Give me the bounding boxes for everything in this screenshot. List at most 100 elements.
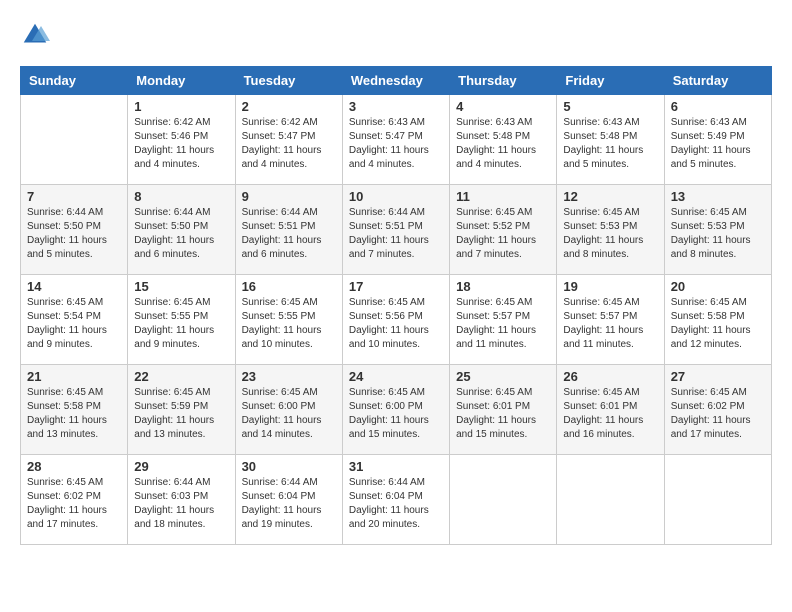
day-number: 22: [134, 369, 228, 384]
calendar-cell: 17 Sunrise: 6:45 AMSunset: 5:56 PMDayligh…: [342, 275, 449, 365]
calendar-cell: 15 Sunrise: 6:45 AMSunset: 5:55 PMDayligh…: [128, 275, 235, 365]
calendar-cell: 11 Sunrise: 6:45 AMSunset: 5:52 PMDayligh…: [450, 185, 557, 275]
day-info: Sunrise: 6:45 AMSunset: 5:52 PMDaylight:…: [456, 206, 550, 262]
calendar-cell: 29Sunrise: 6:44 AMSunset: 6:03 PMDayligh…: [128, 455, 235, 545]
day-number: 19: [563, 279, 657, 294]
day-number: 17: [349, 279, 443, 294]
calendar-cell: 26 Sunrise: 6:45 AMSunset: 6:01 PMDayligh…: [557, 365, 664, 455]
day-number: 26: [563, 369, 657, 384]
day-info: Sunrise: 6:45 AMSunset: 5:55 PMDaylight:…: [134, 296, 228, 352]
header-tuesday: Tuesday: [235, 67, 342, 95]
day-number: 6: [671, 99, 765, 114]
page-header: [20, 20, 772, 50]
day-number: 3: [349, 99, 443, 114]
header-thursday: Thursday: [450, 67, 557, 95]
calendar-week-5: 28 Sunrise: 6:45 AMSunset: 6:02 PMDayligh…: [21, 455, 772, 545]
day-number: 13: [671, 189, 765, 204]
day-info: Sunrise: 6:45 AMSunset: 5:56 PMDaylight:…: [349, 296, 443, 352]
header-monday: Monday: [128, 67, 235, 95]
day-info: Sunrise: 6:45 AMSunset: 6:00 PMDaylight:…: [242, 386, 336, 442]
day-number: 25: [456, 369, 550, 384]
day-number: 4: [456, 99, 550, 114]
calendar-cell: 20Sunrise: 6:45 AMSunset: 5:58 PMDayligh…: [664, 275, 771, 365]
calendar-cell: 14 Sunrise: 6:45 AMSunset: 5:54 PMDayligh…: [21, 275, 128, 365]
day-info: Sunrise: 6:43 AMSunset: 5:49 PMDaylight:…: [671, 116, 765, 172]
day-number: 21: [27, 369, 121, 384]
day-info: Sunrise: 6:45 AMSunset: 5:53 PMDaylight:…: [563, 206, 657, 262]
calendar-cell: 9 Sunrise: 6:44 AMSunset: 5:51 PMDaylight…: [235, 185, 342, 275]
day-info: Sunrise: 6:45 AMSunset: 5:57 PMDaylight:…: [563, 296, 657, 352]
logo-icon: [20, 20, 50, 50]
calendar-cell: 6 Sunrise: 6:43 AMSunset: 5:49 PMDaylight…: [664, 95, 771, 185]
day-info: Sunrise: 6:45 AMSunset: 6:01 PMDaylight:…: [563, 386, 657, 442]
calendar-week-1: 1 Sunrise: 6:42 AMSunset: 5:46 PMDaylight…: [21, 95, 772, 185]
day-number: 15: [134, 279, 228, 294]
day-info: Sunrise: 6:44 AMSunset: 5:51 PMDaylight:…: [242, 206, 336, 262]
calendar-cell: 16 Sunrise: 6:45 AMSunset: 5:55 PMDayligh…: [235, 275, 342, 365]
day-info: Sunrise: 6:42 AMSunset: 5:47 PMDaylight:…: [242, 116, 336, 172]
calendar-cell: 27Sunrise: 6:45 AMSunset: 6:02 PMDayligh…: [664, 365, 771, 455]
calendar-cell: 25 Sunrise: 6:45 AMSunset: 6:01 PMDayligh…: [450, 365, 557, 455]
calendar-cell: [450, 455, 557, 545]
day-info: Sunrise: 6:45 AMSunset: 5:54 PMDaylight:…: [27, 296, 121, 352]
logo: [20, 20, 54, 50]
calendar-cell: [664, 455, 771, 545]
calendar-cell: 28 Sunrise: 6:45 AMSunset: 6:02 PMDayligh…: [21, 455, 128, 545]
day-number: 1: [134, 99, 228, 114]
day-number: 31: [349, 459, 443, 474]
calendar-cell: 30 Sunrise: 6:44 AMSunset: 6:04 PMDayligh…: [235, 455, 342, 545]
day-number: 7: [27, 189, 121, 204]
day-info: Sunrise: 6:42 AMSunset: 5:46 PMDaylight:…: [134, 116, 228, 172]
calendar-week-2: 7 Sunrise: 6:44 AMSunset: 5:50 PMDaylight…: [21, 185, 772, 275]
day-info: Sunrise: 6:45 AMSunset: 6:00 PMDaylight:…: [349, 386, 443, 442]
day-number: 12: [563, 189, 657, 204]
day-info: Sunrise: 6:45 AMSunset: 5:55 PMDaylight:…: [242, 296, 336, 352]
day-info: Sunrise: 6:45 AMSunset: 6:02 PMDaylight:…: [27, 476, 121, 532]
day-info: Sunrise: 6:45 AMSunset: 6:01 PMDaylight:…: [456, 386, 550, 442]
day-info: Sunrise: 6:44 AMSunset: 6:04 PMDaylight:…: [349, 476, 443, 532]
day-info: Sunrise: 6:45 AMSunset: 5:59 PMDaylight:…: [134, 386, 228, 442]
day-number: 10: [349, 189, 443, 204]
day-number: 16: [242, 279, 336, 294]
day-info: Sunrise: 6:45 AMSunset: 5:57 PMDaylight:…: [456, 296, 550, 352]
day-number: 28: [27, 459, 121, 474]
day-number: 24: [349, 369, 443, 384]
header-sunday: Sunday: [21, 67, 128, 95]
calendar-cell: 5Sunrise: 6:43 AMSunset: 5:48 PMDaylight…: [557, 95, 664, 185]
day-info: Sunrise: 6:44 AMSunset: 6:04 PMDaylight:…: [242, 476, 336, 532]
day-number: 9: [242, 189, 336, 204]
day-info: Sunrise: 6:44 AMSunset: 6:03 PMDaylight:…: [134, 476, 228, 532]
day-info: Sunrise: 6:43 AMSunset: 5:47 PMDaylight:…: [349, 116, 443, 172]
day-info: Sunrise: 6:45 AMSunset: 5:53 PMDaylight:…: [671, 206, 765, 262]
calendar-cell: 24 Sunrise: 6:45 AMSunset: 6:00 PMDayligh…: [342, 365, 449, 455]
day-number: 27: [671, 369, 765, 384]
day-info: Sunrise: 6:45 AMSunset: 5:58 PMDaylight:…: [27, 386, 121, 442]
calendar-cell: 2 Sunrise: 6:42 AMSunset: 5:47 PMDaylight…: [235, 95, 342, 185]
calendar-week-3: 14 Sunrise: 6:45 AMSunset: 5:54 PMDayligh…: [21, 275, 772, 365]
day-number: 23: [242, 369, 336, 384]
day-info: Sunrise: 6:44 AMSunset: 5:51 PMDaylight:…: [349, 206, 443, 262]
calendar-cell: 31 Sunrise: 6:44 AMSunset: 6:04 PMDayligh…: [342, 455, 449, 545]
calendar-cell: 22 Sunrise: 6:45 AMSunset: 5:59 PMDayligh…: [128, 365, 235, 455]
calendar-cell: [21, 95, 128, 185]
day-number: 2: [242, 99, 336, 114]
calendar-cell: 19 Sunrise: 6:45 AMSunset: 5:57 PMDayligh…: [557, 275, 664, 365]
day-info: Sunrise: 6:43 AMSunset: 5:48 PMDaylight:…: [563, 116, 657, 172]
day-info: Sunrise: 6:44 AMSunset: 5:50 PMDaylight:…: [27, 206, 121, 262]
day-number: 14: [27, 279, 121, 294]
calendar-cell: 23 Sunrise: 6:45 AMSunset: 6:00 PMDayligh…: [235, 365, 342, 455]
calendar-table: SundayMondayTuesdayWednesdayThursdayFrid…: [20, 66, 772, 545]
calendar-cell: 13 Sunrise: 6:45 AMSunset: 5:53 PMDayligh…: [664, 185, 771, 275]
calendar-cell: [557, 455, 664, 545]
day-number: 30: [242, 459, 336, 474]
calendar-cell: 18 Sunrise: 6:45 AMSunset: 5:57 PMDayligh…: [450, 275, 557, 365]
calendar-cell: 8 Sunrise: 6:44 AMSunset: 5:50 PMDaylight…: [128, 185, 235, 275]
calendar-header-row: SundayMondayTuesdayWednesdayThursdayFrid…: [21, 67, 772, 95]
day-info: Sunrise: 6:44 AMSunset: 5:50 PMDaylight:…: [134, 206, 228, 262]
day-info: Sunrise: 6:43 AMSunset: 5:48 PMDaylight:…: [456, 116, 550, 172]
day-number: 20: [671, 279, 765, 294]
day-number: 18: [456, 279, 550, 294]
day-number: 11: [456, 189, 550, 204]
day-number: 8: [134, 189, 228, 204]
calendar-cell: 21 Sunrise: 6:45 AMSunset: 5:58 PMDayligh…: [21, 365, 128, 455]
